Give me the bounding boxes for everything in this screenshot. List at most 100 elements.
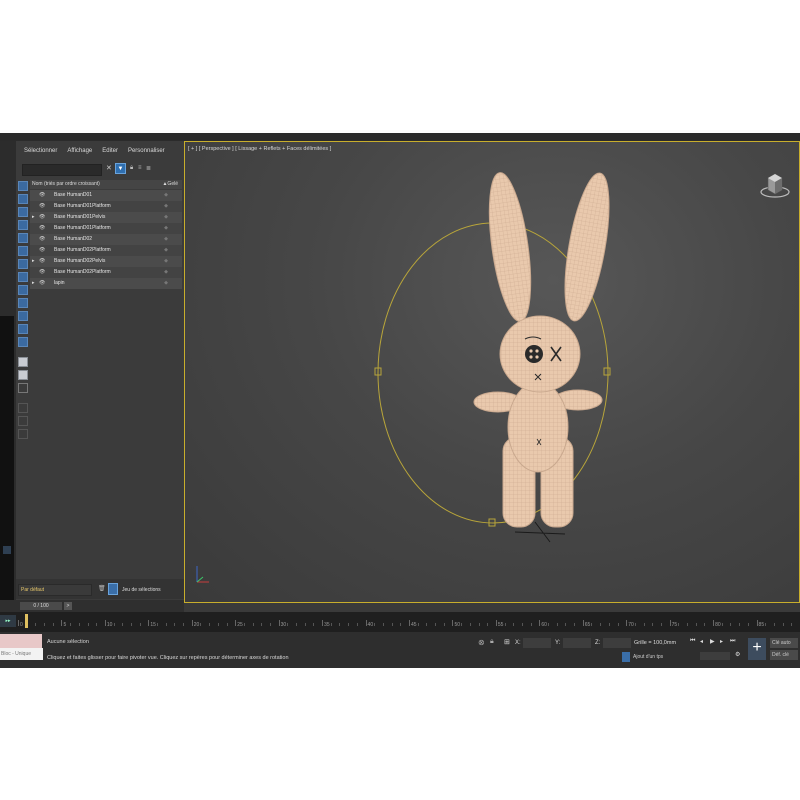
next-frame-button[interactable]: > (64, 602, 72, 610)
z-coordinate-input[interactable] (603, 638, 631, 648)
panel-tab-icon[interactable] (3, 546, 11, 554)
expand-icon[interactable]: ▸ (32, 256, 35, 267)
display-all-icon[interactable] (18, 311, 28, 321)
column-frozen[interactable]: ▲Gelé (162, 180, 178, 189)
freeze-icon[interactable]: ◆ (164, 212, 168, 223)
display-none-icon[interactable] (18, 324, 28, 334)
display-geometry-icon[interactable] (18, 194, 28, 204)
absolute-mode-icon[interactable]: ⊞ (504, 638, 510, 646)
current-frame-input[interactable] (700, 652, 730, 660)
display-groups-icon[interactable] (18, 272, 28, 282)
funnel-icon[interactable] (18, 403, 28, 413)
display-xrefs-icon[interactable] (18, 285, 28, 295)
display-bones-icon[interactable] (18, 298, 28, 308)
column-name[interactable]: Nom (triés par ordre croissant) (32, 180, 100, 189)
auto-key-button[interactable]: Clé auto (770, 638, 798, 648)
display-spacewarps-icon[interactable] (18, 259, 28, 269)
set-key-mode-button[interactable]: Déf. clé (770, 650, 798, 660)
add-time-tag-icon[interactable] (622, 652, 630, 662)
perspective-viewport[interactable]: [ + ] [ Perspective ] [ Lissage + Reflet… (184, 141, 800, 603)
visibility-icon[interactable]: 👁︎ (39, 278, 45, 289)
layer-dropdown[interactable]: Par défaut (18, 584, 92, 596)
invert-display-icon[interactable] (18, 337, 28, 347)
page-icon[interactable] (18, 370, 28, 380)
list-item[interactable]: 👁︎ Base HumanD02Platform ◆ (30, 245, 182, 256)
visibility-icon[interactable]: 👁︎ (39, 245, 45, 256)
y-coordinate-input[interactable] (563, 638, 591, 648)
timeline-tick (504, 623, 506, 626)
freeze-icon[interactable]: ◆ (164, 190, 168, 201)
freeze-icon[interactable]: ◆ (164, 278, 168, 289)
search-input[interactable] (22, 164, 102, 176)
set-key-button[interactable]: + (748, 638, 766, 660)
display-cameras-icon[interactable] (18, 233, 28, 243)
freeze-icon[interactable]: ◆ (164, 223, 168, 234)
freeze-icon[interactable]: ◆ (164, 267, 168, 278)
list-item[interactable]: 👁︎ Base HumanD02Platform ◆ (30, 267, 182, 278)
list-item[interactable]: 👁︎ Base HumanD01 ◆ (30, 190, 182, 201)
visibility-icon[interactable]: 👁︎ (39, 234, 45, 245)
list-item[interactable]: 👁︎ Base HumanD02 ◆ (30, 234, 182, 245)
timeline-tick (183, 623, 185, 626)
list-item[interactable]: 👁︎ Base HumanD01Platform ◆ (30, 201, 182, 212)
display-helpers-icon[interactable] (18, 246, 28, 256)
filter-small-icon[interactable] (18, 416, 28, 426)
page-icon[interactable] (18, 357, 28, 367)
visibility-icon[interactable]: 👁︎ (39, 190, 45, 201)
play-icon[interactable]: ▶ (710, 638, 718, 646)
visibility-icon[interactable]: 👁︎ (39, 256, 45, 267)
next-frame-icon[interactable]: ▸ (720, 638, 728, 646)
x-coordinate-input[interactable] (523, 638, 551, 648)
goto-end-icon[interactable]: ⏭︎ (730, 638, 738, 646)
display-shapes-icon[interactable] (18, 207, 28, 217)
timeline-tick (487, 623, 489, 626)
freeze-icon[interactable]: ◆ (164, 201, 168, 212)
display-objects-icon[interactable] (18, 181, 28, 191)
freeze-icon[interactable]: ◆ (164, 256, 168, 267)
menu-customize[interactable]: Personnaliser (128, 148, 165, 154)
maxscript-listener[interactable] (0, 634, 42, 648)
timeline-tick (687, 623, 689, 626)
freeze-icon[interactable]: ◆ (164, 234, 168, 245)
time-config-icon[interactable]: ⚙ (735, 651, 740, 658)
menu-display[interactable]: Affichage (67, 148, 92, 154)
hierarchy-icon[interactable]: ≡ (138, 165, 145, 173)
visibility-icon[interactable]: 👁︎ (39, 212, 45, 223)
x-label: X: (515, 640, 521, 646)
goto-start-icon[interactable]: ⏮︎ (690, 638, 698, 646)
menu-edit[interactable]: Editer (102, 148, 118, 154)
timeline-tick (165, 623, 167, 626)
freeze-icon[interactable]: ◆ (164, 245, 168, 256)
expand-icon[interactable]: ▸ (32, 212, 35, 223)
list-item[interactable]: ▸ 👁︎ lapin ◆ (30, 278, 182, 289)
trash-icon[interactable]: 🗑︎ (98, 585, 106, 592)
link-icon[interactable] (18, 429, 28, 439)
timeline-tick (87, 623, 89, 626)
add-time-tag[interactable]: Ajout d'un tps (633, 654, 663, 660)
visibility-icon[interactable]: 👁︎ (39, 201, 45, 212)
visibility-icon[interactable]: 👁︎ (39, 223, 45, 234)
selection-set-icon[interactable] (108, 583, 118, 595)
copy-icon[interactable] (18, 383, 28, 393)
timeline-start-button[interactable]: ▸▸ (0, 615, 16, 627)
frame-counter[interactable]: 0 / 100 (20, 602, 62, 610)
list-item[interactable]: 👁︎ Base HumanD01Platform ◆ (30, 223, 182, 234)
lock-icon[interactable]: 🔒︎ (130, 165, 137, 173)
timeline-ruler[interactable]: 051015202530354045505560657075808590 (18, 612, 800, 632)
maxscript-output[interactable]: Bloc - Unique (0, 648, 43, 660)
layers-icon[interactable]: ≣ (146, 165, 153, 173)
isolate-icon[interactable]: ⊗ (478, 638, 485, 647)
list-item[interactable]: ▸ 👁︎ Base HumanD02Pelvis ◆ (30, 256, 182, 267)
visibility-icon[interactable]: 👁︎ (39, 267, 45, 278)
filter-icon[interactable]: ▼ (115, 163, 126, 174)
expand-icon[interactable]: ▸ (32, 278, 35, 289)
time-slider-handle[interactable] (25, 614, 28, 628)
timeline[interactable]: ▸▸ 051015202530354045505560657075808590 (0, 612, 800, 632)
list-item[interactable]: ▸ 👁︎ Base HumanD01Pelvis ◆ (30, 212, 182, 223)
menu-select[interactable]: Sélectionner (24, 148, 57, 154)
bunny-model[interactable] (185, 142, 800, 603)
prev-frame-icon[interactable]: ◂ (700, 638, 708, 646)
display-lights-icon[interactable] (18, 220, 28, 230)
lock-selection-icon[interactable]: 🔒︎ (490, 638, 494, 646)
clear-icon[interactable]: ✕ (106, 164, 112, 172)
